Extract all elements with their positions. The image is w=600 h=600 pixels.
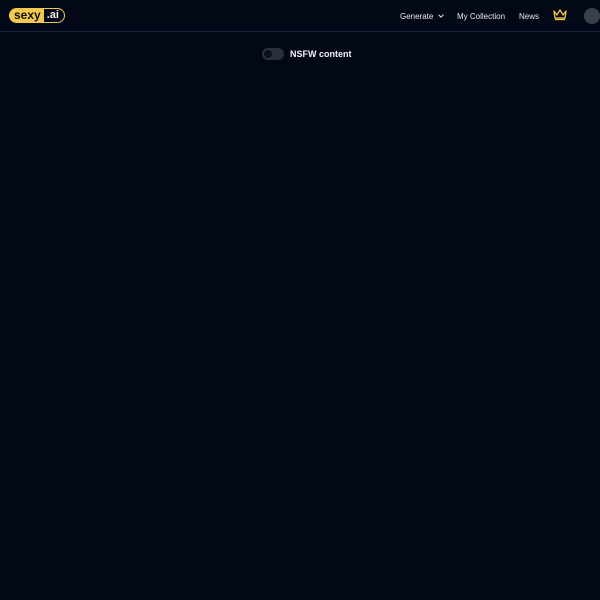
brand-tld: .ai [42, 8, 65, 23]
nav-news-label: News [519, 11, 540, 21]
user-avatar[interactable] [584, 8, 600, 24]
top-navigation-bar: sexy .ai Generate My Collection News [0, 0, 600, 32]
nsfw-toggle-label: NSFW content [290, 49, 352, 59]
brand-logo[interactable]: sexy .ai [9, 8, 65, 23]
nav-my-collection-label: My Collection [457, 11, 506, 21]
brand-name: sexy [9, 8, 43, 23]
nsfw-toggle[interactable] [262, 48, 284, 60]
nav-my-collection-link[interactable]: My Collection [457, 0, 505, 32]
nsfw-toggle-row: NSFW content [262, 47, 352, 61]
nav-generate-label: Generate [400, 11, 434, 21]
nav-generate-dropdown[interactable]: Generate [400, 0, 445, 32]
crown-icon[interactable] [553, 9, 567, 21]
chevron-down-icon [438, 14, 445, 18]
nav-news-link[interactable]: News [519, 0, 539, 32]
toggle-knob [264, 50, 272, 58]
